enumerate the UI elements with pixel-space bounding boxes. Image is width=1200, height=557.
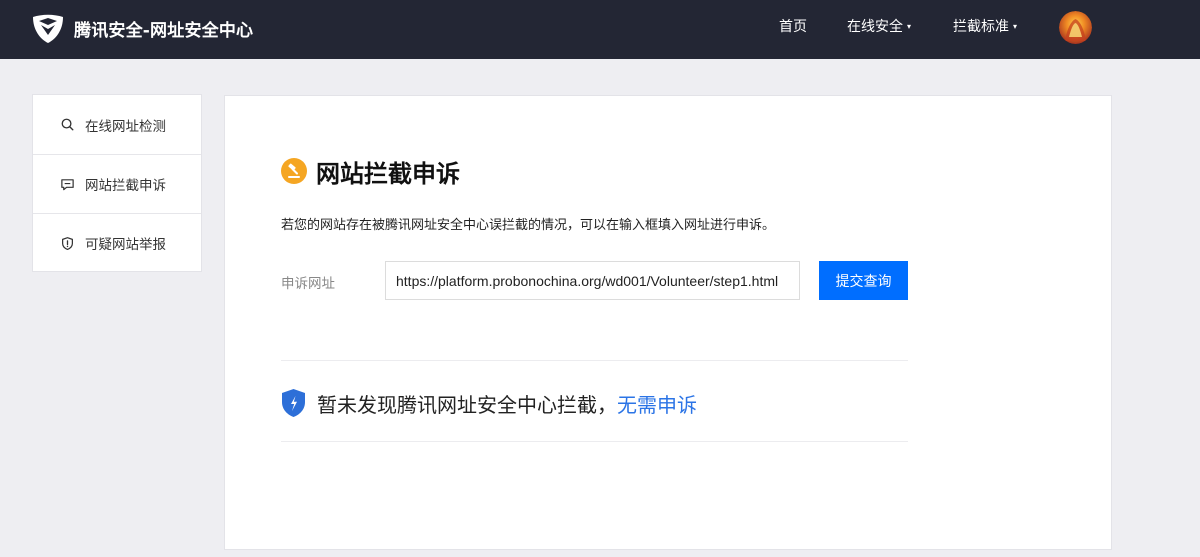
sidebar-item-label: 在线网址检测	[85, 118, 166, 135]
sidebar: 在线网址检测 网站拦截申诉 可疑网站举报	[32, 94, 202, 272]
result-text: 暂未发现腾讯网址安全中心拦截，	[317, 392, 617, 417]
sidebar-item-appeal[interactable]: 网站拦截申诉	[33, 154, 201, 213]
top-navbar: 腾讯安全-网址安全中心 首页 在线安全 ▾ 拦截标准 ▾	[0, 0, 1200, 59]
page-title: 网站拦截申诉	[316, 159, 460, 188]
warning-shield-icon	[62, 236, 73, 250]
chevron-down-icon: ▾	[907, 22, 912, 31]
nav-online-security-label: 在线安全	[847, 19, 903, 35]
nav-home[interactable]: 首页	[779, 18, 807, 36]
nav-online-security[interactable]: 在线安全 ▾	[847, 18, 911, 36]
no-appeal-needed-link[interactable]: 无需申诉	[617, 389, 697, 418]
search-icon	[61, 118, 74, 131]
tencent-security-logo-icon	[33, 14, 63, 43]
chat-icon	[61, 178, 74, 190]
nav-block-standard-label: 拦截标准	[953, 19, 1009, 35]
chevron-down-icon: ▾	[1013, 22, 1018, 31]
sidebar-item-label: 网站拦截申诉	[85, 178, 166, 194]
appeal-panel: 网站拦截申诉 若您的网站存在被腾讯网址安全中心误拦截的情况，可以在输入框填入网址…	[224, 95, 1112, 550]
avatar-icon	[1059, 11, 1092, 44]
sidebar-item-url-check[interactable]: 在线网址检测	[33, 95, 201, 154]
result-message: 暂未发现腾讯网址安全中心拦截， 无需申诉	[281, 385, 697, 421]
nav-home-label: 首页	[779, 19, 807, 35]
nav-block-standard[interactable]: 拦截标准 ▾	[953, 18, 1017, 36]
user-avatar[interactable]	[1059, 11, 1092, 44]
divider	[281, 441, 908, 442]
sidebar-item-report[interactable]: 可疑网站举报	[33, 213, 201, 272]
brand[interactable]: 腾讯安全-网址安全中心	[30, 10, 253, 46]
divider	[281, 360, 908, 361]
submit-query-button[interactable]: 提交查询	[819, 261, 908, 300]
brand-title: 腾讯安全-网址安全中心	[74, 20, 254, 41]
page-description: 若您的网站存在被腾讯网址安全中心误拦截的情况，可以在输入框填入网址进行申诉。	[281, 218, 776, 233]
gavel-icon	[281, 158, 307, 184]
page-title-row: 网站拦截申诉	[281, 154, 460, 188]
appeal-url-input[interactable]	[385, 261, 800, 300]
sidebar-item-label: 可疑网站举报	[85, 237, 166, 253]
shield-check-icon	[282, 389, 305, 417]
appeal-url-label: 申诉网址	[281, 276, 335, 292]
